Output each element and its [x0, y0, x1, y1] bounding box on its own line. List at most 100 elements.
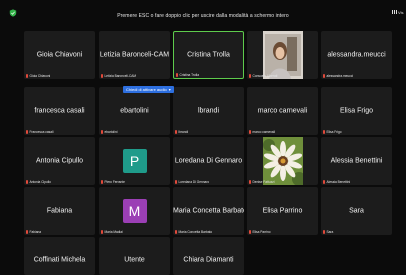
participant-name: lbrandi	[197, 107, 219, 115]
name-label: Piero Ferrante	[101, 180, 125, 184]
fullscreen-exit-banner: Premere ESC o fare doppio clic per uscir…	[117, 13, 289, 19]
name-label: ebartolini	[101, 130, 117, 134]
participant-tile[interactable]: Letizia Baronceli-CAM Letizia Baronceli-C…	[99, 31, 170, 79]
name-label-text: Francesca casali	[29, 130, 54, 134]
name-label-text: Denise Fattuzzi	[252, 180, 275, 184]
name-label: Francesca casali	[26, 130, 53, 134]
name-label-text: Alessia Benettini	[326, 180, 351, 184]
mic-muted-icon	[26, 74, 28, 78]
participant-name: francesca casali	[34, 107, 85, 115]
participant-name: Fabiana	[46, 207, 73, 215]
chevron-down-icon: ▾	[168, 87, 171, 92]
mic-muted-icon	[26, 180, 28, 184]
name-label: Gioia Chiavoni	[26, 74, 50, 78]
ask-to-unmute-label: Chiedi di attivare audio	[126, 87, 167, 92]
participant-tile[interactable]: Chiara Diamanti	[173, 237, 244, 275]
name-label: Consuelo Liberati	[249, 74, 277, 78]
participant-name: Utente	[124, 256, 145, 264]
participant-tile[interactable]: Sara Sara	[321, 187, 392, 235]
participant-tile[interactable]: Elisa Parrino Elisa Parrino	[247, 187, 318, 235]
mic-muted-icon	[323, 180, 325, 184]
participant-tile[interactable]: Maria Concetta Barbato Maria Concetta Bar…	[173, 187, 244, 235]
participant-name: Alessia Benettini	[330, 157, 383, 165]
mic-muted-icon	[323, 230, 325, 234]
participant-tile[interactable]: ebartolini ebartolini	[99, 87, 170, 135]
name-label-text: Piero Ferrante	[104, 180, 125, 184]
name-label: Maria Madiai	[101, 230, 123, 234]
name-label-text: Maria Madiai	[104, 230, 123, 234]
mic-muted-icon	[26, 130, 28, 134]
participant-tile[interactable]: lbrandi lbrandi	[173, 87, 244, 135]
participant-name: Cristina Trolla	[187, 51, 230, 59]
participant-tile[interactable]: M Maria Madiai	[99, 187, 170, 235]
webcam-feed-image	[262, 31, 303, 79]
name-label-text: marco carnevali	[252, 130, 276, 134]
participant-tile[interactable]: Gioia Chiavoni Gioia Chiavoni	[24, 31, 95, 79]
name-label-text: Elisa Parrino	[252, 230, 271, 234]
video-feed	[262, 137, 303, 185]
participant-tile[interactable]: francesca casali Francesca casali	[24, 87, 95, 135]
mic-muted-icon	[176, 73, 178, 77]
name-label: Denise Fattuzzi	[249, 180, 274, 184]
name-label-text: Gioia Chiavoni	[29, 74, 51, 78]
participant-tile[interactable]: Alessia Benettini Alessia Benettini	[321, 137, 392, 185]
mic-muted-icon	[175, 230, 177, 234]
participant-tile[interactable]: Elisa Frigo Elisa Frigo	[321, 87, 392, 135]
avatar: M	[122, 199, 147, 223]
participant-tile[interactable]: Utente	[99, 237, 170, 275]
participant-tile[interactable]: Denise Fattuzzi	[247, 137, 318, 185]
name-label-text: alessandra.meucci	[326, 74, 354, 78]
participant-name: Coffinati Michela	[33, 256, 86, 264]
view-toggle-label: Vis	[398, 9, 404, 15]
grid-view-icon	[392, 10, 397, 14]
name-label: Elisa Parrino	[249, 230, 271, 234]
name-label: lbrandi	[175, 130, 188, 134]
participant-name: Gioia Chiavoni	[36, 51, 83, 59]
participant-tile[interactable]: Fabiana Fabiana	[24, 187, 95, 235]
participant-name: Letizia Baronceli-CAM	[99, 51, 170, 59]
name-label-text: Sara	[326, 230, 334, 234]
participant-name: Loredana Di Gennaro	[174, 157, 243, 165]
name-label-text: ebartolini	[104, 130, 118, 134]
mic-muted-icon	[249, 130, 251, 134]
participant-tile[interactable]: P Piero Ferrante	[99, 137, 170, 185]
name-label-text: Letizia Baronceli-CAM	[104, 74, 137, 78]
participant-tile[interactable]: Cristina Trolla Cristina Trolla	[173, 31, 244, 79]
participant-tile[interactable]: Coffinati Michela	[24, 237, 95, 275]
participant-tile[interactable]: Consuelo Liberati	[247, 31, 318, 79]
mic-muted-icon	[175, 180, 177, 184]
name-label: Alessia Benettini	[323, 180, 350, 184]
flower-picture	[262, 137, 303, 185]
participant-tile[interactable]: alessandra.meucci alessandra.meucci	[321, 31, 392, 79]
name-label: Loredana Di Gennaro	[175, 180, 209, 184]
participant-name: Elisa Frigo	[339, 107, 374, 115]
name-label-text: Antonia Cipullo	[29, 180, 51, 184]
participant-tile[interactable]: Loredana Di Gennaro Loredana Di Gennaro	[173, 137, 244, 185]
participant-name: ebartolini	[120, 107, 149, 115]
participant-tile[interactable]: Antonia Cipullo Antonia Cipullo	[24, 137, 95, 185]
name-label: alessandra.meucci	[323, 74, 353, 78]
participant-name: Chiara Diamanti	[183, 256, 234, 264]
name-label: Maria Concetta Barbato	[175, 230, 212, 234]
zoom-gallery-view: Premere ESC o fare doppio clic per uscir…	[0, 0, 406, 275]
mic-muted-icon	[101, 130, 103, 134]
mic-muted-icon	[249, 180, 251, 184]
ask-to-unmute-tooltip[interactable]: Chiedi di attivare audio ▾	[123, 86, 174, 93]
mic-muted-icon	[175, 130, 177, 134]
mic-muted-icon	[101, 180, 103, 184]
participant-tile[interactable]: marco carnevali marco carnevali	[247, 87, 318, 135]
mic-muted-icon	[101, 230, 103, 234]
avatar: P	[122, 149, 147, 173]
name-label-text: Elisa Frigo	[326, 130, 342, 134]
participant-name: alessandra.meucci	[327, 51, 386, 59]
name-label: Elisa Frigo	[323, 130, 342, 134]
name-label-text: Maria Concetta Barbato	[178, 230, 213, 234]
view-toggle-button[interactable]: Vis	[392, 8, 403, 16]
name-label: Letizia Baronceli-CAM	[101, 74, 136, 78]
name-label-text: Fabiana	[29, 230, 42, 234]
name-label-text: lbrandi	[178, 130, 189, 134]
mic-muted-icon	[249, 74, 251, 78]
mic-muted-icon	[249, 230, 251, 234]
name-label: Antonia Cipullo	[26, 180, 51, 184]
name-label-text: Loredana Di Gennaro	[178, 180, 210, 184]
